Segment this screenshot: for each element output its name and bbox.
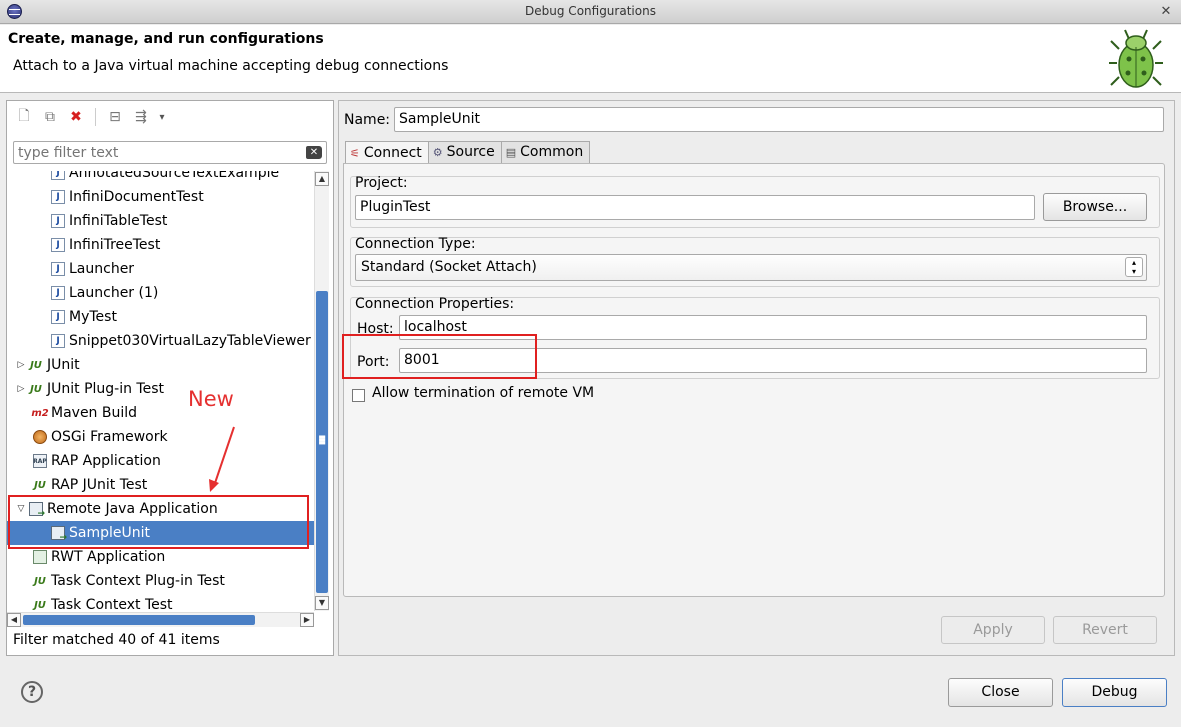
tree-category-junit[interactable]: ▷ JU JUnit [7, 353, 314, 377]
tree-horizontal-scrollbar[interactable]: ◀ ▶ [7, 612, 314, 627]
junit-test-icon: J [51, 214, 65, 228]
rap-junit-icon: JU [34, 479, 46, 491]
expand-icon[interactable]: ▷ [15, 383, 27, 395]
expand-icon[interactable]: ▷ [15, 359, 27, 371]
connect-icon: ⚟ [350, 146, 360, 160]
dialog-subtitle: Attach to a Java virtual machine accepti… [13, 58, 449, 74]
debug-button[interactable]: Debug [1062, 678, 1167, 707]
connection-type-label: Connection Type: [355, 236, 476, 252]
rwt-icon [33, 550, 47, 564]
debug-bug-icon [1109, 29, 1163, 88]
hscroll-thumb[interactable] [23, 615, 255, 625]
tab-source[interactable]: ⚙ Source [427, 141, 502, 163]
task-plugin-icon: JU [34, 575, 46, 587]
tree-item[interactable]: J Snippet030VirtualLazyTableViewer [7, 329, 314, 353]
scroll-right-icon[interactable]: ▶ [300, 613, 314, 627]
tree-category-junit-plugin[interactable]: ▷ JU JUnit Plug-in Test [7, 377, 314, 401]
name-label: Name: [344, 112, 391, 128]
tree-category-task-plugin[interactable]: JU Task Context Plug-in Test [7, 569, 314, 593]
common-icon: ▤ [505, 146, 517, 159]
tree-item[interactable]: J Launcher (1) [7, 281, 314, 305]
delete-icon[interactable]: ✖ [65, 107, 87, 127]
allow-termination-label: Allow termination of remote VM [372, 385, 595, 401]
config-list-panel: 🗋 ⧉ ✖ ⊟ ⇶ ▾ ✕ JAnnotatedSourceTextExampl… [6, 100, 334, 656]
window-title: Debug Configurations [525, 4, 656, 18]
junit-plugin-icon: JU [30, 383, 42, 395]
tree-item[interactable]: J AnnotatedSourceTextExample [7, 171, 314, 185]
connect-tab-panel: Project: PluginTest Browse... Connection… [343, 163, 1165, 597]
apply-button[interactable]: Apply [941, 616, 1045, 644]
allow-termination-checkbox[interactable] [352, 389, 365, 402]
new-config-icon[interactable]: 🗋 [13, 107, 35, 127]
scroll-down-icon[interactable]: ▼ [315, 596, 329, 610]
dialog-header: Create, manage, and run configurations A… [0, 25, 1181, 93]
junit-test-icon: J [51, 310, 65, 324]
tree-item[interactable]: J InfiniDocumentTest [7, 185, 314, 209]
junit-test-icon: J [51, 286, 65, 300]
clear-filter-icon[interactable]: ✕ [306, 146, 322, 159]
dialog-title: Create, manage, and run configurations [8, 31, 324, 47]
junit-test-icon: J [51, 238, 65, 252]
tree-category-rap-junit[interactable]: JU RAP JUnit Test [7, 473, 314, 497]
scroll-grip-icon: ▬ ▬ ▬ [318, 432, 326, 447]
connection-properties-label: Connection Properties: [355, 296, 515, 312]
tree-item[interactable]: J MyTest [7, 305, 314, 329]
config-toolbar: 🗋 ⧉ ✖ ⊟ ⇶ ▾ [13, 107, 168, 127]
tab-connect[interactable]: ⚟ Connect [345, 141, 429, 164]
name-field[interactable]: SampleUnit [394, 107, 1164, 132]
close-window-icon[interactable]: ✕ [1158, 4, 1174, 20]
highlight-box-port [342, 334, 537, 379]
toolbar-separator [95, 108, 96, 126]
junit-test-icon: J [51, 262, 65, 276]
view-menu-icon[interactable]: ▾ [156, 107, 168, 127]
tree-category-task-test[interactable]: JU Task Context Test [7, 593, 314, 611]
filter-icon[interactable]: ⇶ [130, 107, 152, 127]
junit-test-icon: J [51, 334, 65, 348]
browse-button[interactable]: Browse... [1043, 193, 1147, 221]
connection-type-select[interactable]: Standard (Socket Attach) ▴ ▾ [355, 254, 1147, 281]
maven-icon: m2 [31, 407, 49, 419]
title-bar: Debug Configurations ✕ [0, 0, 1181, 24]
project-field[interactable]: PluginTest [355, 195, 1035, 220]
connection-type-group: Connection Type: Standard (Socket Attach… [350, 236, 1160, 287]
select-arrows-icon: ▴ ▾ [1125, 257, 1143, 277]
filter-input[interactable] [14, 142, 294, 163]
tree-category-osgi[interactable]: OSGi Framework [7, 425, 314, 449]
filter-field[interactable]: ✕ [13, 141, 327, 164]
tree-item[interactable]: J InfiniTreeTest [7, 233, 314, 257]
project-group: Project: PluginTest Browse... [350, 175, 1160, 228]
annotation-new-label: New [188, 387, 234, 411]
tree-category-maven[interactable]: m2 Maven Build [7, 401, 314, 425]
tree-item[interactable]: J Launcher [7, 257, 314, 281]
project-label: Project: [355, 175, 408, 191]
task-test-icon: JU [34, 599, 46, 611]
annotation-arrow-icon [209, 426, 235, 492]
close-button[interactable]: Close [948, 678, 1053, 707]
collapse-all-icon[interactable]: ⊟ [104, 107, 126, 127]
tree-vertical-scrollbar[interactable]: ▲ ▬ ▬ ▬ ▼ [314, 171, 329, 611]
junit-test-icon: J [51, 171, 65, 180]
duplicate-icon[interactable]: ⧉ [39, 107, 61, 127]
config-tabs: ⚟ Connect ⚙ Source ▤ Common [345, 141, 591, 164]
osgi-icon [33, 430, 47, 444]
scroll-up-icon[interactable]: ▲ [315, 172, 329, 186]
rap-icon: RAP [33, 454, 47, 468]
junit-icon: JU [30, 359, 42, 371]
tab-common[interactable]: ▤ Common [500, 141, 591, 163]
source-icon: ⚙ [432, 146, 443, 159]
revert-button[interactable]: Revert [1053, 616, 1157, 644]
filter-status: Filter matched 40 of 41 items [13, 632, 220, 648]
help-icon[interactable]: ? [21, 681, 43, 703]
junit-test-icon: J [51, 190, 65, 204]
highlight-box-remote-java [8, 495, 309, 549]
scroll-left-icon[interactable]: ◀ [7, 613, 21, 627]
tree-category-rap[interactable]: RAP RAP Application [7, 449, 314, 473]
tree-item[interactable]: J InfiniTableTest [7, 209, 314, 233]
